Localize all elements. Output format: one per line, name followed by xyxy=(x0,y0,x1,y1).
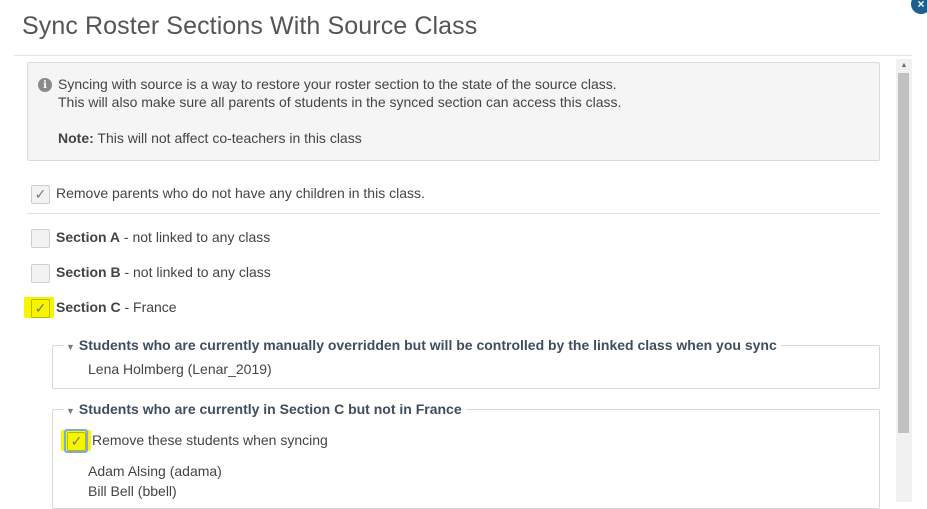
section-c-detail: - France xyxy=(120,299,177,315)
student-item: Adam Alsing (adama) xyxy=(88,463,222,479)
title-divider xyxy=(14,55,912,56)
section-c-label: Section C - France xyxy=(56,299,177,315)
section-c-name: Section C xyxy=(56,299,121,315)
close-button[interactable]: × xyxy=(911,0,927,14)
section-a-label: Section A - not linked to any class xyxy=(56,229,270,245)
remove-students-checkbox[interactable] xyxy=(67,432,86,451)
section-c-checkbox[interactable] xyxy=(31,299,50,318)
info-icon: i xyxy=(38,78,52,92)
not-in-source-legend[interactable]: ▼ Students who are currently in Section C… xyxy=(64,401,466,417)
remove-parents-label: Remove parents who do not have any child… xyxy=(56,185,425,201)
info-box: i Syncing with source is a way to restor… xyxy=(27,62,880,161)
caret-down-icon: ▼ xyxy=(66,342,75,352)
section-b-name: Section B xyxy=(56,264,121,280)
section-b-detail: - not linked to any class xyxy=(120,264,271,280)
section-a-checkbox[interactable] xyxy=(31,229,50,248)
info-line-1: Syncing with source is a way to restore … xyxy=(58,76,617,92)
not-in-source-title: Students who are currently in Section C … xyxy=(78,401,462,417)
overridden-students-title: Students who are currently manually over… xyxy=(78,337,777,353)
remove-parents-checkbox[interactable] xyxy=(31,185,50,204)
overridden-students-legend[interactable]: ▼ Students who are currently manually ove… xyxy=(64,337,781,353)
scrollbar[interactable]: ▲ xyxy=(896,59,912,502)
student-item: Bill Bell (bbell) xyxy=(88,483,177,499)
note-text: This will not affect co-teachers in this… xyxy=(93,130,362,146)
caret-down-icon: ▼ xyxy=(66,406,75,416)
section-a-detail: - not linked to any class xyxy=(120,229,271,245)
section-b-label: Section B - not linked to any class xyxy=(56,264,271,280)
close-icon: × xyxy=(917,0,925,11)
section-b-checkbox[interactable] xyxy=(31,264,50,283)
remove-students-label: Remove these students when syncing xyxy=(92,432,328,448)
section-divider xyxy=(27,213,880,214)
scroll-thumb[interactable] xyxy=(898,73,909,433)
info-note: Note: This will not affect co-teachers i… xyxy=(58,130,362,146)
scroll-up-icon[interactable]: ▲ xyxy=(896,61,912,71)
modal-title: Sync Roster Sections With Source Class xyxy=(22,12,478,40)
info-line-2: This will also make sure all parents of … xyxy=(58,94,622,110)
student-item: Lena Holmberg (Lenar_2019) xyxy=(88,361,272,377)
section-a-name: Section A xyxy=(56,229,121,245)
note-label: Note: xyxy=(58,130,94,146)
